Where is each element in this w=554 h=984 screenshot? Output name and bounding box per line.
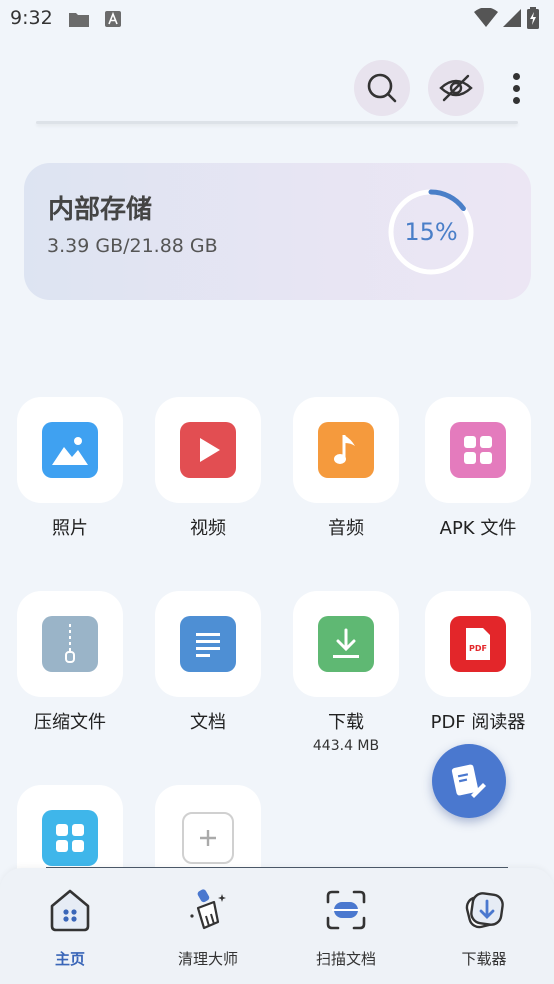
category-label: 音频 (328, 518, 364, 539)
category-label: 照片 (52, 518, 88, 539)
category-label: APK 文件 (439, 518, 517, 539)
category-downloads[interactable]: 下载 443.4 MB (276, 591, 416, 754)
nav-scan[interactable]: 扫描文档 (286, 884, 406, 969)
nav-home[interactable]: 主页 (10, 884, 130, 969)
scan-icon (326, 890, 366, 930)
category-audio[interactable]: 音频 (276, 397, 416, 540)
status-time: 9:32 (10, 7, 53, 29)
pdf-icon: PDF (450, 616, 506, 672)
nav-label: 扫描文档 (315, 950, 376, 968)
nav-label: 清理大师 (177, 950, 238, 968)
video-play-icon (180, 422, 236, 478)
edit-note-fab[interactable] (432, 744, 506, 818)
category-label: 压缩文件 (34, 712, 106, 733)
apk-grid-icon (450, 422, 506, 478)
category-pdf-reader[interactable]: PDF PDF 阅读器 (408, 591, 548, 734)
nav-downloader[interactable]: 下载器 (424, 884, 544, 969)
category-label: 视频 (190, 518, 226, 539)
more-menu-button[interactable] (502, 66, 530, 110)
download-icon (318, 616, 374, 672)
eye-off-icon (439, 74, 473, 102)
category-videos[interactable]: 视频 (138, 397, 278, 540)
folder-icon (69, 13, 89, 27)
category-archives[interactable]: 压缩文件 (0, 591, 140, 734)
category-label: 文档 (190, 712, 226, 733)
nav-cleaner[interactable]: 清理大师 (148, 884, 268, 969)
toolbar-divider (36, 121, 518, 124)
status-bar: 9:32 (0, 0, 554, 40)
signal-icon (503, 9, 521, 27)
bottom-navigation: 主页 清理大师 扫描文档 下载器 (0, 868, 554, 984)
document-icon (180, 616, 236, 672)
font-a-icon (105, 11, 121, 27)
broom-icon (190, 889, 226, 930)
category-apk[interactable]: APK 文件 (408, 397, 548, 540)
storage-size: 3.39 GB/21.88 GB (47, 235, 218, 257)
downloader-icon (465, 892, 504, 929)
storage-percent: 15% (404, 218, 458, 246)
category-documents[interactable]: 文档 (138, 591, 278, 734)
more-vert-icon (512, 72, 520, 80)
storage-title: 内部存储 (48, 195, 153, 225)
photo-icon (42, 422, 98, 478)
hide-files-button[interactable] (428, 60, 484, 116)
zip-archive-icon (42, 616, 98, 672)
search-button[interactable] (354, 60, 410, 116)
wifi-icon (474, 8, 498, 27)
home-icon (50, 889, 90, 932)
category-photos[interactable]: 照片 (0, 397, 140, 540)
nav-label: 主页 (54, 950, 85, 968)
internal-storage-card[interactable]: 内部存储 3.39 GB/21.88 GB 15% (24, 163, 531, 300)
category-label: PDF 阅读器 (430, 712, 526, 733)
nav-label: 下载器 (461, 950, 507, 968)
downloads-size: 443.4 MB (312, 738, 380, 754)
add-icon (182, 812, 234, 864)
edit-note-icon (451, 764, 486, 798)
svg-text:PDF: PDF (469, 644, 487, 653)
apps-grid-icon (42, 810, 98, 866)
music-note-icon (318, 422, 374, 478)
search-icon (367, 73, 397, 103)
category-label: 下载 (328, 712, 364, 733)
battery-icon (527, 7, 539, 29)
